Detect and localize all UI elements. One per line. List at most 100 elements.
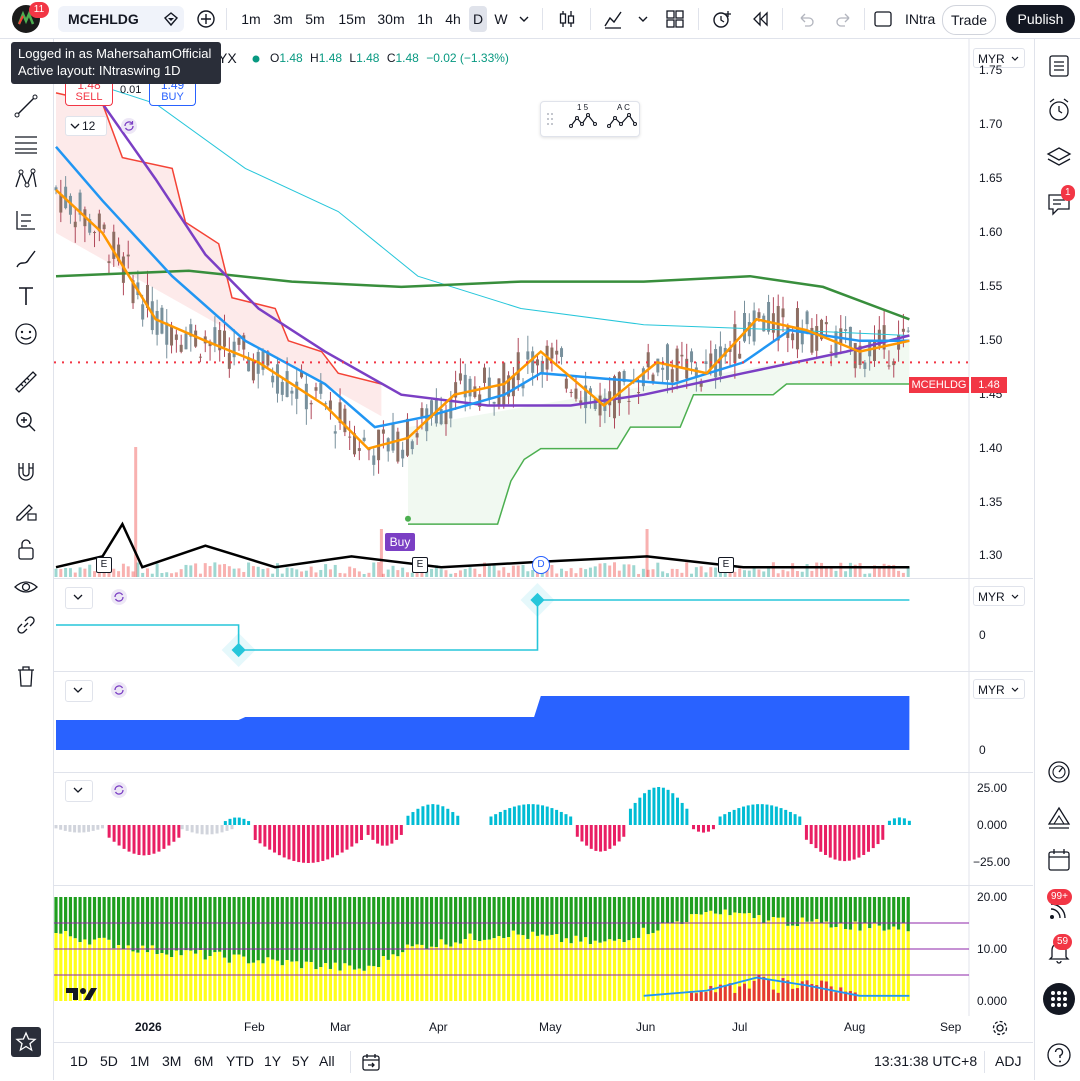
elliott-wave-icon[interactable] [569, 112, 599, 130]
zoom-icon[interactable] [13, 409, 39, 435]
trade-button[interactable]: Trade [942, 5, 996, 35]
magnet-icon[interactable] [13, 459, 39, 485]
pane4-histogram-bar [765, 804, 769, 825]
chart-area[interactable]: YX O1.48 H1.48 L1.48 C1.48 −0.02 (−1.33%… [54, 39, 1033, 1041]
date-label: Sep [940, 1020, 962, 1034]
settings-gear-icon[interactable] [991, 1019, 1009, 1037]
candle-body [333, 431, 337, 434]
chevron-down-icon[interactable] [518, 14, 530, 24]
link-icon[interactable] [13, 612, 39, 638]
ruler-icon[interactable] [13, 369, 39, 395]
ideas-icon[interactable] [1046, 805, 1072, 831]
trash-icon[interactable] [13, 663, 39, 689]
goto-date-icon[interactable] [360, 1051, 382, 1073]
refresh-icon[interactable] [120, 117, 138, 135]
pane4-histogram-bar [508, 808, 512, 825]
tf-5m[interactable]: 5m [300, 6, 330, 32]
emoji-icon[interactable] [13, 321, 39, 347]
pane4-histogram-bar [326, 825, 330, 860]
favorites-star-icon[interactable] [10, 1026, 42, 1058]
pane5-yellow-bar [858, 930, 862, 1001]
chart-canvas[interactable] [54, 39, 1033, 1041]
layers-icon[interactable] [1046, 145, 1072, 171]
pane4-collapse[interactable] [65, 780, 93, 802]
earnings-marker[interactable]: E [96, 557, 112, 573]
layout-name[interactable]: INtra [905, 6, 939, 32]
add-compare-icon[interactable] [196, 9, 216, 29]
speedometer-icon[interactable] [1046, 759, 1072, 785]
pane2-currency[interactable]: MYR [973, 586, 1025, 606]
tf-15m[interactable]: 15m [334, 6, 370, 32]
refresh-icon[interactable] [110, 781, 128, 799]
clock-timezone[interactable]: 13:31:38 UTC+8 [874, 1053, 977, 1069]
pane5-green-bar [757, 897, 761, 916]
pane5-green-bar [584, 897, 588, 938]
drag-handle-icon[interactable] [545, 112, 555, 126]
refresh-icon[interactable] [110, 588, 128, 606]
range-5d[interactable]: 5D [100, 1053, 118, 1069]
range-3m[interactable]: 3M [162, 1053, 181, 1069]
tf-1h[interactable]: 1h [412, 6, 438, 32]
pattern-icon[interactable] [13, 167, 39, 193]
range-6m[interactable]: 6M [194, 1053, 213, 1069]
lock-pen-icon[interactable] [13, 497, 39, 523]
text-icon[interactable] [13, 283, 39, 309]
forecast-icon[interactable] [13, 207, 39, 233]
abc-wave-icon[interactable] [607, 112, 637, 130]
tf-w[interactable]: W [490, 6, 512, 32]
fib-icon[interactable] [13, 131, 39, 157]
range-1m[interactable]: 1M [130, 1053, 149, 1069]
tf-3m[interactable]: 3m [268, 6, 298, 32]
candle-body [651, 374, 655, 382]
help-icon[interactable] [1046, 1042, 1072, 1068]
publish-button[interactable]: Publish [1006, 5, 1075, 33]
replay-icon[interactable] [750, 9, 770, 29]
pane-divider[interactable] [54, 578, 1033, 579]
refresh-icon[interactable] [110, 681, 128, 699]
layouts-icon[interactable] [664, 8, 686, 30]
pane-divider[interactable] [54, 772, 1033, 773]
range-ytd[interactable]: YTD [226, 1053, 254, 1069]
adjust-toggle[interactable]: ADJ [995, 1053, 1021, 1069]
candle-body [309, 402, 313, 405]
symbol-name[interactable]: MCEHLDG [68, 6, 139, 32]
pane3-collapse[interactable] [65, 680, 93, 702]
dividend-marker[interactable]: D [532, 556, 550, 574]
volume-bar [598, 563, 602, 577]
range-1d[interactable]: 1D [70, 1053, 88, 1069]
brush-icon[interactable] [13, 245, 39, 271]
layout-box-icon[interactable] [873, 10, 893, 28]
pane-divider[interactable] [54, 671, 1033, 672]
tf-1m[interactable]: 1m [236, 6, 266, 32]
tf-30m[interactable]: 30m [373, 6, 409, 32]
lock-icon[interactable] [13, 537, 39, 563]
eye-icon[interactable] [13, 574, 39, 600]
range-5y[interactable]: 5Y [292, 1053, 309, 1069]
range-all[interactable]: All [319, 1053, 335, 1069]
pane-divider[interactable] [54, 885, 1033, 886]
tf-d[interactable]: D [469, 6, 487, 32]
candles-icon[interactable] [556, 8, 578, 30]
undo-icon[interactable] [796, 9, 816, 29]
flag-icon[interactable] [162, 11, 180, 27]
chevron-down-icon[interactable] [637, 14, 649, 24]
range-1y[interactable]: 1Y [264, 1053, 281, 1069]
pane5-green-bar [559, 897, 564, 942]
drawing-favorites-widget[interactable]: 1 5 A C [540, 101, 640, 137]
earnings-marker[interactable]: E [718, 557, 734, 573]
earnings-marker[interactable]: E [412, 557, 428, 573]
pane2-collapse[interactable] [65, 587, 93, 609]
pane3-currency[interactable]: MYR [973, 679, 1025, 699]
redo-icon[interactable] [834, 9, 854, 29]
time-axis[interactable]: 2026 Feb Mar Apr May Jun Jul Aug Sep [54, 1016, 1033, 1040]
tf-4h[interactable]: 4h [440, 6, 466, 32]
volume-bar [295, 569, 299, 577]
trend-line-icon[interactable] [13, 93, 39, 119]
alarm-clock-icon[interactable] [1046, 97, 1072, 123]
watchlist-icon[interactable] [1046, 53, 1072, 79]
calendar-icon[interactable] [1046, 847, 1072, 873]
indicators-icon[interactable] [602, 8, 624, 30]
indicators-collapse[interactable]: 12 [65, 116, 107, 136]
alert-icon[interactable] [710, 8, 734, 30]
apps-grid-icon[interactable] [1042, 982, 1076, 1016]
